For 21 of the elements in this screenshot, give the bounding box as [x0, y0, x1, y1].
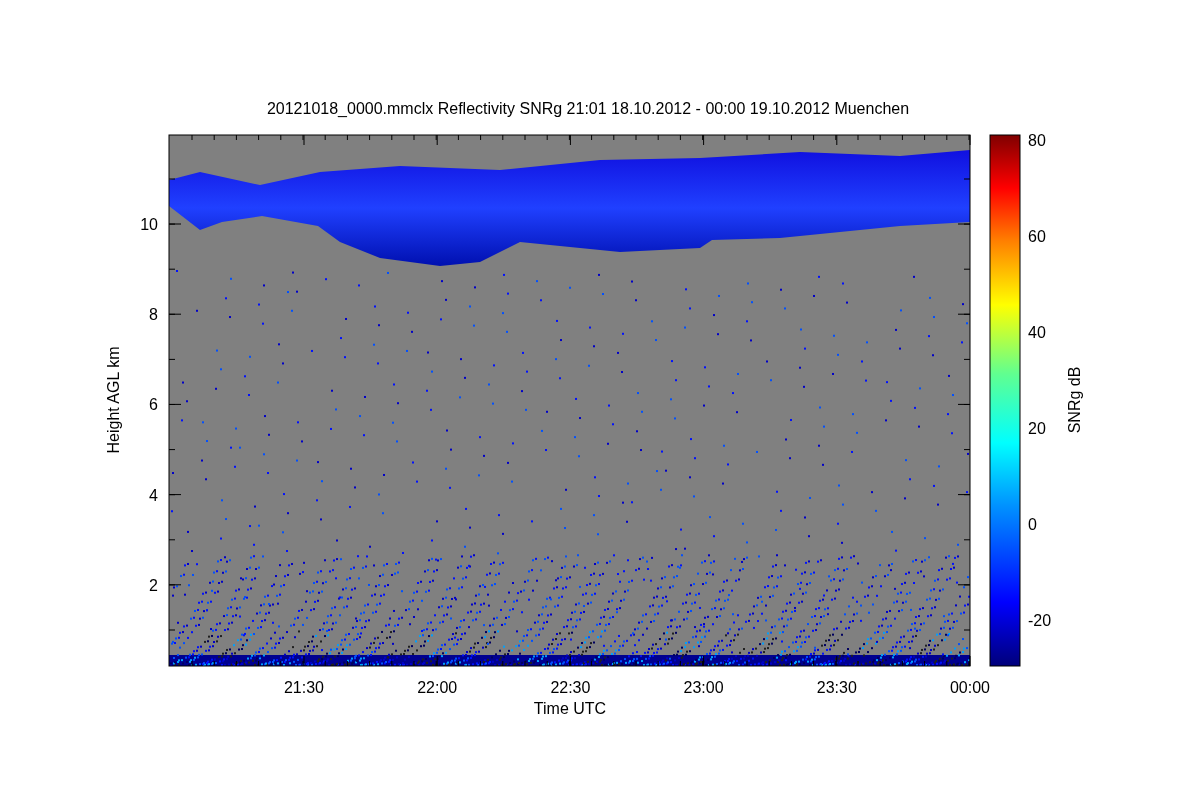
tick-label: 22:30 — [550, 679, 591, 696]
tick-label: 23:30 — [816, 679, 857, 696]
tick-label: 2 — [149, 576, 158, 594]
tick-label: 20 — [1028, 420, 1046, 437]
axis-label: Time UTC — [533, 700, 607, 717]
tick-label: 10 — [140, 216, 158, 233]
tick-label: 22:00 — [417, 679, 458, 696]
tick-label: 4 — [149, 486, 158, 504]
colorbar-label: SNRg dB — [1066, 366, 1083, 434]
tick-label: 00:00 — [950, 679, 990, 696]
tick-label: 23:00 — [683, 679, 724, 696]
tick-label: -20 — [1028, 612, 1052, 629]
tick-label: 40 — [1028, 324, 1046, 341]
tick-label: 21:30 — [284, 679, 324, 696]
tick-label: 80 — [1028, 132, 1046, 149]
plot-title: 20121018_0000.mmclx Reflectivity SNRg 21:01 18.10.2012 - 00:00 19.10.2012 Muenchen — [266, 100, 910, 117]
tick-label: 8 — [149, 306, 158, 324]
tick-label: 0 — [1028, 516, 1037, 533]
axis-label: Height AGL km — [105, 346, 122, 454]
tick-label: 6 — [149, 396, 158, 414]
tick-label: 60 — [1028, 228, 1046, 245]
